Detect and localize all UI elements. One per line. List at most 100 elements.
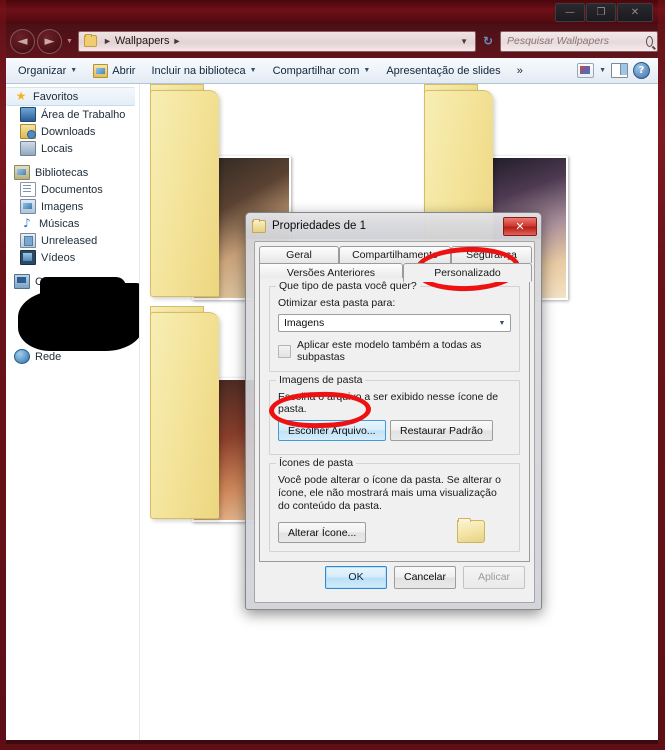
incluir-na-biblioteca-button[interactable]: Incluir na biblioteca ▼ bbox=[143, 61, 264, 81]
preview-pane-icon[interactable] bbox=[611, 63, 628, 78]
refresh-glyph: ↻ bbox=[482, 34, 494, 48]
history-caret-icon[interactable]: ▼ bbox=[66, 38, 73, 45]
sidebar-item-label: Unreleased bbox=[41, 234, 98, 247]
sidebar-item-label: Downloads bbox=[41, 125, 96, 138]
breadcrumb-separator-icon: ► bbox=[102, 36, 112, 46]
network-icon bbox=[14, 349, 30, 364]
navigation-bar: ◄ ► ▼ ► Wallpapers ► ▼ ↻ bbox=[6, 26, 658, 56]
help-icon[interactable]: ? bbox=[633, 62, 650, 79]
escolher-arquivo-button[interactable]: Escolher Arquivo... bbox=[278, 420, 386, 441]
toolbar-right-group: ▼ ? bbox=[577, 62, 654, 79]
chevron-down-icon: ▼ bbox=[249, 67, 257, 74]
minimize-button[interactable]: — bbox=[555, 3, 585, 22]
button-label: Alterar Ícone... bbox=[288, 526, 357, 539]
open-picture-icon bbox=[93, 63, 109, 78]
close-icon: ✕ bbox=[515, 219, 525, 233]
properties-dialog[interactable]: Propriedades de 1 ✕ Geral Compartilhamen… bbox=[245, 212, 542, 610]
tab-personalizado[interactable]: Personalizado bbox=[403, 263, 532, 282]
folder-icon-row: Alterar Ícone... bbox=[278, 518, 511, 543]
sidebar-item-musicas[interactable]: ♪ Músicas bbox=[6, 215, 139, 232]
music-icon: ♪ bbox=[23, 216, 31, 230]
downloads-icon bbox=[20, 124, 36, 139]
dialog-close-button[interactable]: ✕ bbox=[503, 216, 537, 236]
chevron-down-icon: ▼ bbox=[498, 319, 506, 327]
toolbar-overflow-button[interactable]: » bbox=[509, 61, 531, 81]
sidebar-item-videos[interactable]: Vídeos bbox=[6, 249, 139, 266]
back-button[interactable]: ◄ bbox=[10, 28, 35, 54]
tab-geral[interactable]: Geral bbox=[259, 246, 339, 263]
sidebar-item-imagens[interactable]: Imagens bbox=[6, 198, 139, 215]
chevron-down-icon: ▼ bbox=[363, 67, 371, 74]
restaurar-padrao-button[interactable]: Restaurar Padrão bbox=[390, 420, 493, 441]
dialog-title: Propriedades de 1 bbox=[272, 220, 366, 232]
folder-icons-description: Você pode alterar o ícone da pasta. Se a… bbox=[278, 474, 501, 512]
sidebar-item-unreleased[interactable]: Unreleased bbox=[6, 232, 139, 249]
apply-subfolders-checkbox[interactable] bbox=[278, 344, 291, 358]
apresentacao-de-slides-button[interactable]: Apresentação de slides bbox=[378, 61, 508, 81]
close-icon: ✕ bbox=[630, 6, 640, 18]
group-folder-icons: Ícones de pasta Você pode alterar o ícon… bbox=[269, 457, 520, 552]
breadcrumb-path[interactable]: Wallpapers bbox=[115, 35, 170, 47]
tab-page-personalizado: Que tipo de pasta você quer? Otimizar es… bbox=[259, 278, 530, 562]
address-bar[interactable]: ► Wallpapers ► ▼ bbox=[77, 30, 476, 52]
close-button[interactable]: ✕ bbox=[617, 3, 653, 22]
forward-button[interactable]: ► bbox=[37, 28, 62, 54]
sidebar-item-label: Locais bbox=[41, 142, 73, 155]
refresh-icon[interactable]: ↻ bbox=[478, 31, 498, 51]
breadcrumb-trailing-separator-icon[interactable]: ► bbox=[172, 36, 181, 46]
desktop-icon bbox=[20, 107, 36, 122]
library-icon bbox=[14, 165, 30, 180]
group-title: Que tipo de pasta você quer? bbox=[276, 280, 420, 292]
command-toolbar: Organizar ▼ Abrir Incluir na biblioteca … bbox=[6, 58, 658, 84]
tab-compartilhamento[interactable]: Compartilhamento bbox=[339, 246, 451, 263]
change-view-icon[interactable] bbox=[577, 63, 595, 78]
video-icon bbox=[20, 250, 36, 265]
chevron-down-icon[interactable]: ▼ bbox=[599, 67, 606, 74]
search-icon bbox=[646, 35, 653, 47]
folder-icon bbox=[83, 34, 97, 47]
redaction-overlay bbox=[18, 277, 139, 351]
tab-label: Segurança bbox=[466, 249, 517, 261]
search-box[interactable] bbox=[500, 30, 658, 52]
folder-front-flap bbox=[150, 90, 219, 297]
incluir-label: Incluir na biblioteca bbox=[151, 64, 246, 77]
alterar-icone-button[interactable]: Alterar Ícone... bbox=[278, 522, 367, 543]
overflow-label: » bbox=[516, 64, 523, 77]
back-icon: ◄ bbox=[17, 33, 28, 49]
button-label: Escolher Arquivo... bbox=[288, 424, 376, 437]
folder-pictures-description: Escolha o arquivo a ser exibido nesse íc… bbox=[278, 391, 499, 415]
folder-type-value: Imagens bbox=[284, 317, 325, 329]
dialog-button-row: OK Cancelar Aplicar bbox=[255, 562, 534, 602]
sidebar-item-label: Favoritos bbox=[33, 90, 79, 103]
cancel-button[interactable]: Cancelar bbox=[394, 565, 456, 589]
navigation-pane[interactable]: ★ Favoritos Área de Trabalho Downloads L… bbox=[6, 84, 140, 740]
star-icon: ★ bbox=[15, 89, 27, 103]
ok-button[interactable]: OK bbox=[325, 565, 387, 589]
sidebar-group-bibliotecas: Bibliotecas Documentos Imagens ♪ Músicas… bbox=[6, 164, 139, 266]
search-input[interactable] bbox=[505, 34, 646, 48]
sidebar-item-documentos[interactable]: Documentos bbox=[6, 181, 139, 198]
group-title: Ícones de pasta bbox=[276, 457, 357, 469]
sidebar-item-locais[interactable]: Locais bbox=[6, 140, 139, 157]
chevron-down-icon[interactable]: ▼ bbox=[456, 37, 472, 46]
tab-seguranca[interactable]: Segurança bbox=[451, 246, 532, 263]
folder-type-select[interactable]: Imagens ▼ bbox=[278, 314, 511, 332]
compartilhar-com-button[interactable]: Compartilhar com ▼ bbox=[265, 61, 379, 81]
apply-subfolders-row[interactable]: Aplicar este modelo também a todas as su… bbox=[278, 339, 511, 363]
sidebar-item-downloads[interactable]: Downloads bbox=[6, 123, 139, 140]
button-label: OK bbox=[348, 571, 364, 583]
sidebar-item-bibliotecas[interactable]: Bibliotecas bbox=[6, 164, 139, 181]
abrir-button[interactable]: Abrir bbox=[85, 60, 143, 82]
maximize-button[interactable]: ❐ bbox=[586, 3, 616, 22]
sidebar-item-area-de-trabalho[interactable]: Área de Trabalho bbox=[6, 106, 139, 123]
computer-icon bbox=[14, 274, 30, 289]
sidebar-item-label: Rede bbox=[35, 350, 62, 363]
slides-label: Apresentação de slides bbox=[386, 64, 501, 77]
group-title: Imagens de pasta bbox=[276, 374, 366, 386]
dialog-tabstrip: Geral Compartilhamento Segurança Versões… bbox=[259, 246, 532, 282]
button-label: Restaurar Padrão bbox=[400, 424, 483, 437]
organizar-button[interactable]: Organizar ▼ bbox=[10, 61, 85, 81]
sidebar-item-favoritos[interactable]: ★ Favoritos bbox=[6, 87, 135, 106]
dialog-titlebar: Propriedades de 1 ✕ bbox=[246, 213, 541, 239]
button-label: Cancelar bbox=[403, 571, 447, 583]
